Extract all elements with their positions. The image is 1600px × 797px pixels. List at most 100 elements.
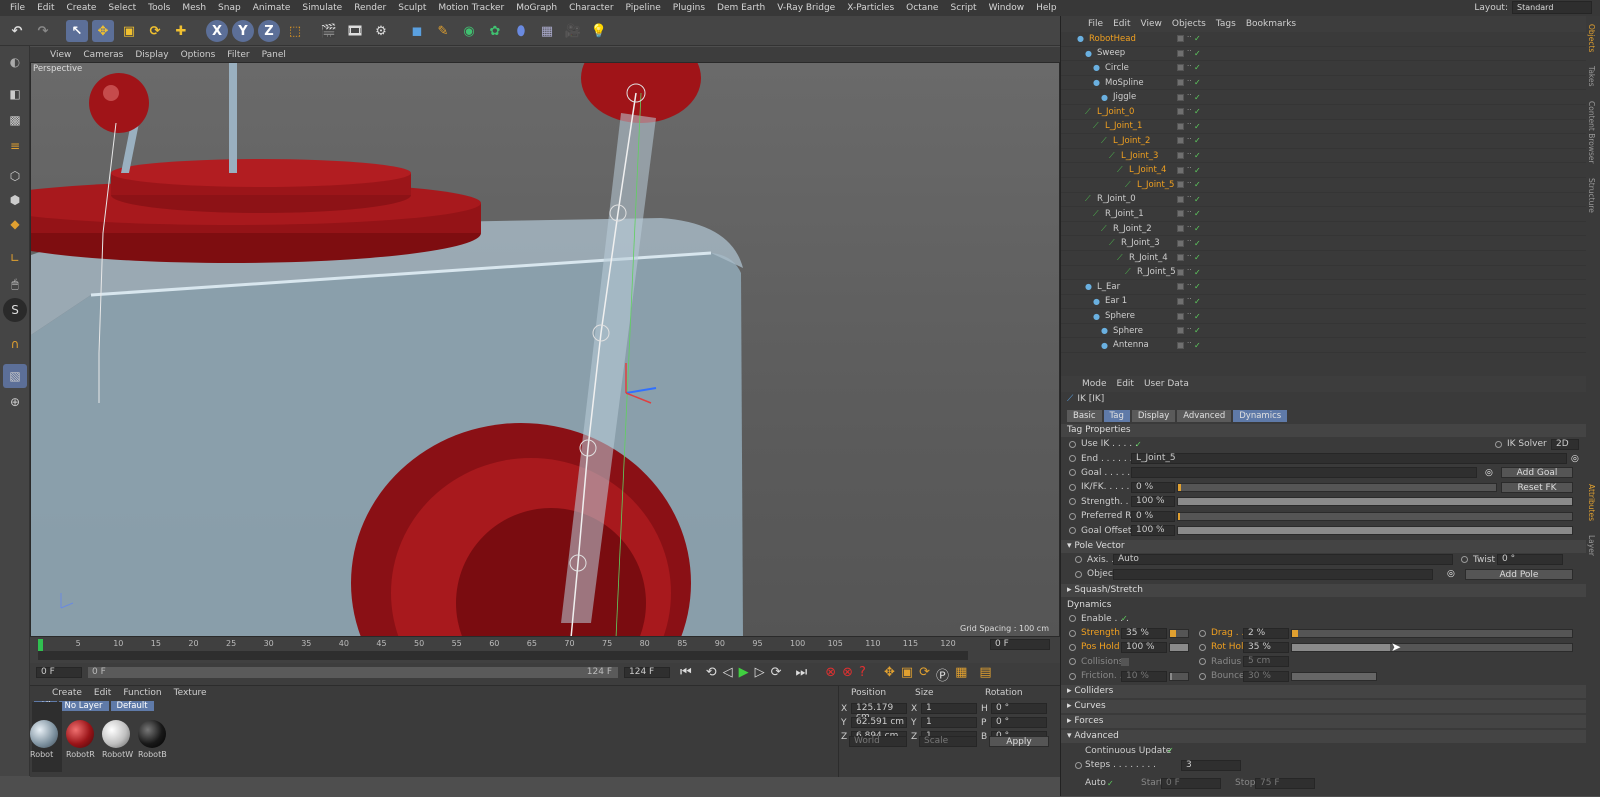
dyn-strength-slider[interactable] <box>1169 628 1189 638</box>
radius-field[interactable]: 5 cm <box>1243 656 1289 668</box>
viewport-menu-view[interactable]: View <box>44 50 77 60</box>
anim-dot[interactable] <box>1075 570 1082 578</box>
pole-target-icon[interactable]: ◎ <box>1447 569 1455 579</box>
menu-mograph[interactable]: MoGraph <box>510 3 563 13</box>
play-icon[interactable]: ▶ <box>739 665 749 684</box>
object-row[interactable]: ● L_Ear ·· ✓ <box>1061 280 1586 295</box>
size-field[interactable]: 1 <box>921 703 977 714</box>
object-row[interactable]: ● MoSpline ·· ✓ <box>1061 76 1586 91</box>
object-row[interactable]: ● Jiggle ·· ✓ <box>1061 90 1586 105</box>
menu-snap[interactable]: Snap <box>212 3 247 13</box>
material-robotr-swatch[interactable] <box>66 720 94 748</box>
rotation-key-icon[interactable]: ⟳ <box>919 665 930 684</box>
anim-dot[interactable] <box>1199 643 1206 651</box>
visibility-dots[interactable]: ·· <box>1187 33 1191 43</box>
ik-solver-dropdown[interactable]: 2D <box>1551 438 1579 450</box>
colliders-header[interactable]: ▸ Colliders <box>1061 685 1586 699</box>
layer-swatch[interactable] <box>1177 181 1184 189</box>
layer-swatch[interactable] <box>1177 312 1184 320</box>
menu-render[interactable]: Render <box>348 3 392 13</box>
layer-swatch[interactable] <box>1177 268 1184 276</box>
layout-dropdown[interactable]: Standard <box>1512 1 1592 14</box>
snap-icon[interactable]: S <box>3 298 27 322</box>
menu-edit[interactable]: Edit <box>31 3 60 13</box>
layer-swatch[interactable] <box>1177 137 1184 145</box>
enabled-check-icon[interactable]: ✓ <box>1194 326 1201 335</box>
anim-dot[interactable] <box>1069 643 1076 651</box>
visibility-dots[interactable]: ·· <box>1187 62 1191 72</box>
magnet-icon[interactable]: ∩ <box>3 332 27 356</box>
visibility-dots[interactable]: ·· <box>1187 281 1191 291</box>
material-menu-create[interactable]: Create <box>46 688 88 698</box>
menu-animate[interactable]: Animate <box>247 3 297 13</box>
go-to-end-icon[interactable]: ⏭ <box>796 665 808 684</box>
enabled-check-icon[interactable]: ✓ <box>1194 136 1201 145</box>
goal-offset-slider[interactable] <box>1177 526 1573 536</box>
reset-fk-button[interactable]: Reset FK <box>1501 481 1573 493</box>
model-mode-icon[interactable]: ◧ <box>3 82 27 106</box>
range-slider[interactable]: 0 F 124 F <box>88 667 618 678</box>
material-menu-texture[interactable]: Texture <box>168 688 213 698</box>
menu-script[interactable]: Script <box>944 3 982 13</box>
material-filter-default[interactable]: Default <box>110 701 154 711</box>
object-row[interactable]: ⟋ R_Joint_3 ·· ✓ <box>1061 236 1586 251</box>
playhead[interactable] <box>38 639 43 651</box>
anim-dot[interactable] <box>1495 440 1502 448</box>
anim-dot[interactable] <box>1069 455 1076 463</box>
visibility-dots[interactable]: ·· <box>1187 252 1191 262</box>
next-key-icon[interactable]: ⟳ <box>771 665 782 684</box>
object-row[interactable]: ● Ear 1 ·· ✓ <box>1061 295 1586 310</box>
material-robot-swatch[interactable] <box>30 720 58 748</box>
object-link-field[interactable] <box>1113 568 1433 580</box>
enabled-check-icon[interactable]: ✓ <box>1194 209 1201 218</box>
anim-dot[interactable] <box>1075 556 1082 564</box>
visibility-dots[interactable]: ·· <box>1187 296 1191 305</box>
visibility-dots[interactable]: ·· <box>1187 179 1191 189</box>
object-row[interactable]: ● RobotHead ·· ✓ <box>1061 32 1586 47</box>
tab-advanced[interactable]: Advanced <box>1177 410 1232 422</box>
layer-swatch[interactable] <box>1177 152 1184 160</box>
timeline[interactable]: 0510152025303540455055606570758085909510… <box>30 637 1060 663</box>
add-goal-button[interactable]: Add Goal <box>1501 467 1573 479</box>
menu-v-ray-bridge[interactable]: V-Ray Bridge <box>771 3 841 13</box>
position-field[interactable]: 62.591 cm <box>851 717 907 728</box>
enabled-check-icon[interactable]: ✓ <box>1194 93 1201 102</box>
visibility-dots[interactable]: ·· <box>1187 223 1191 233</box>
visibility-dots[interactable]: ·· <box>1187 106 1191 116</box>
anim-dot[interactable] <box>1461 556 1468 564</box>
object-row[interactable]: ⟋ R_Joint_2 ·· ✓ <box>1061 222 1586 237</box>
visibility-dots[interactable]: ·· <box>1187 48 1191 57</box>
viewport-menu-display[interactable]: Display <box>129 50 174 60</box>
object-row[interactable]: ● Antenna ·· ✓ <box>1061 338 1586 354</box>
menu-motion-tracker[interactable]: Motion Tracker <box>432 3 510 13</box>
layer-swatch[interactable] <box>1177 79 1184 87</box>
viewport-menu-filter[interactable]: Filter <box>221 50 255 60</box>
steps-field[interactable]: 3 <box>1181 759 1241 771</box>
next-frame-icon[interactable]: ▷ <box>755 665 765 684</box>
attr-menu-user-data[interactable]: User Data <box>1139 379 1194 389</box>
side-tab-content-browser[interactable]: Content Browser <box>1586 95 1597 170</box>
material-name[interactable]: RobotB <box>138 750 174 759</box>
object-row[interactable]: ⟋ L_Joint_1 ·· ✓ <box>1061 120 1586 135</box>
object-menu-edit[interactable]: Edit <box>1108 19 1135 29</box>
dyn-strength-field[interactable]: 35 % <box>1121 627 1167 639</box>
enabled-check-icon[interactable]: ✓ <box>1194 224 1201 233</box>
enabled-check-icon[interactable]: ✓ <box>1194 63 1201 72</box>
enabled-check-icon[interactable]: ✓ <box>1194 341 1201 350</box>
planar-workplane-icon[interactable]: ⊕ <box>3 390 27 414</box>
object-menu-objects[interactable]: Objects <box>1167 19 1211 29</box>
layer-swatch[interactable] <box>1177 283 1184 291</box>
visibility-dots[interactable]: ·· <box>1187 238 1191 247</box>
enabled-check-icon[interactable]: ✓ <box>1194 166 1201 175</box>
material-name[interactable]: RobotW <box>102 750 138 759</box>
object-row[interactable]: ● Circle ·· ✓ <box>1061 61 1586 76</box>
menu-pipeline[interactable]: Pipeline <box>620 3 667 13</box>
menu-dem-earth[interactable]: Dem Earth <box>711 3 771 13</box>
rotation-field[interactable]: 0 ° <box>991 717 1047 728</box>
viewport[interactable]: Perspective Grid Spacing: 100 cm <box>30 62 1060 637</box>
layer-swatch[interactable] <box>1177 108 1184 116</box>
menu-simulate[interactable]: Simulate <box>296 3 348 13</box>
use-ik-checkbox[interactable]: ✓ <box>1135 440 1142 449</box>
anim-dot[interactable] <box>1199 629 1206 637</box>
object-row[interactable]: ● Sphere ·· ✓ <box>1061 324 1586 339</box>
